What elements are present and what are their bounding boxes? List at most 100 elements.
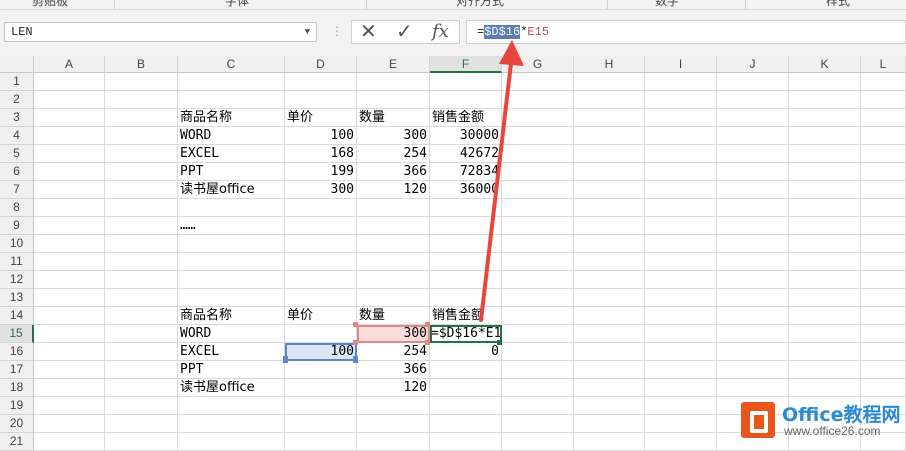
selection-handle[interactable]	[283, 358, 288, 363]
cell-h13[interactable]	[574, 289, 645, 307]
cell-e6[interactable]: 366	[357, 163, 430, 181]
cell-l2[interactable]	[861, 91, 906, 109]
cell-l1[interactable]	[861, 73, 906, 91]
row-header-17[interactable]: 17	[0, 361, 34, 379]
cell-k16[interactable]	[789, 343, 861, 361]
cell-a1[interactable]	[34, 73, 105, 91]
cell-e21[interactable]	[357, 433, 430, 451]
cell-k3[interactable]	[789, 109, 861, 127]
row-header-12[interactable]: 12	[0, 271, 34, 289]
cell-b10[interactable]	[105, 235, 178, 253]
cell-k5[interactable]	[789, 145, 861, 163]
cell-b13[interactable]	[105, 289, 178, 307]
cell-j7[interactable]	[717, 181, 789, 199]
cell-h19[interactable]	[574, 397, 645, 415]
cell-a20[interactable]	[34, 415, 105, 433]
cell-g4[interactable]	[502, 127, 574, 145]
column-header-g[interactable]: G	[502, 56, 574, 73]
cell-l7[interactable]	[861, 181, 906, 199]
cell-l12[interactable]	[861, 271, 906, 289]
cell-i16[interactable]	[645, 343, 717, 361]
cell-k2[interactable]	[789, 91, 861, 109]
cell-d16[interactable]: 100	[285, 343, 357, 361]
cell-j6[interactable]	[717, 163, 789, 181]
cell-k7[interactable]	[789, 181, 861, 199]
cell-c10[interactable]	[178, 235, 285, 253]
cell-k13[interactable]	[789, 289, 861, 307]
cell-g19[interactable]	[502, 397, 574, 415]
chevron-down-icon[interactable]: ▼	[305, 23, 310, 41]
cell-k12[interactable]	[789, 271, 861, 289]
cell-b6[interactable]	[105, 163, 178, 181]
column-header-c[interactable]: C	[178, 56, 285, 73]
cell-d7[interactable]: 300	[285, 181, 357, 199]
cell-b21[interactable]	[105, 433, 178, 451]
selection-handle[interactable]	[353, 322, 358, 327]
check-icon[interactable]: ✓	[396, 21, 413, 43]
cell-j1[interactable]	[717, 73, 789, 91]
cell-c2[interactable]	[178, 91, 285, 109]
cell-c21[interactable]	[178, 433, 285, 451]
column-header-b[interactable]: B	[105, 56, 178, 73]
row-header-1[interactable]: 1	[0, 73, 34, 91]
cell-h11[interactable]	[574, 253, 645, 271]
cell-k8[interactable]	[789, 199, 861, 217]
cell-g8[interactable]	[502, 199, 574, 217]
cell-e18[interactable]: 120	[357, 379, 430, 397]
cell-g3[interactable]	[502, 109, 574, 127]
cell-a16[interactable]	[34, 343, 105, 361]
cell-c12[interactable]	[178, 271, 285, 289]
cell-e17[interactable]: 366	[357, 361, 430, 379]
cell-d9[interactable]	[285, 217, 357, 235]
cell-d4[interactable]: 100	[285, 127, 357, 145]
cell-h7[interactable]	[574, 181, 645, 199]
cell-l6[interactable]	[861, 163, 906, 181]
cell-i5[interactable]	[645, 145, 717, 163]
cell-b12[interactable]	[105, 271, 178, 289]
cell-b18[interactable]	[105, 379, 178, 397]
cell-f10[interactable]	[430, 235, 502, 253]
cell-f14[interactable]: 销售金额	[430, 307, 502, 325]
cell-a5[interactable]	[34, 145, 105, 163]
cell-h16[interactable]	[574, 343, 645, 361]
cell-d5[interactable]: 168	[285, 145, 357, 163]
selection-handle[interactable]	[353, 358, 358, 363]
cell-e20[interactable]	[357, 415, 430, 433]
cell-g14[interactable]	[502, 307, 574, 325]
cell-a21[interactable]	[34, 433, 105, 451]
cell-a3[interactable]	[34, 109, 105, 127]
insert-function-icon[interactable]: fx	[432, 21, 449, 43]
cell-i15[interactable]	[645, 325, 717, 343]
cell-i12[interactable]	[645, 271, 717, 289]
column-header-j[interactable]: J	[717, 56, 789, 73]
cell-e16[interactable]: 254	[357, 343, 430, 361]
cell-f5[interactable]: 42672	[430, 145, 502, 163]
cell-l4[interactable]	[861, 127, 906, 145]
cell-g9[interactable]	[502, 217, 574, 235]
cell-l18[interactable]	[861, 379, 906, 397]
cell-a17[interactable]	[34, 361, 105, 379]
cell-b15[interactable]	[105, 325, 178, 343]
cell-f8[interactable]	[430, 199, 502, 217]
row-header-13[interactable]: 13	[0, 289, 34, 307]
cell-f17[interactable]	[430, 361, 502, 379]
cell-l9[interactable]	[861, 217, 906, 235]
cell-l15[interactable]	[861, 325, 906, 343]
cell-e2[interactable]	[357, 91, 430, 109]
cell-c6[interactable]: PPT	[178, 163, 285, 181]
cell-l11[interactable]	[861, 253, 906, 271]
cell-c1[interactable]	[178, 73, 285, 91]
cell-c11[interactable]	[178, 253, 285, 271]
cell-a6[interactable]	[34, 163, 105, 181]
selection-handle[interactable]	[425, 322, 430, 327]
cell-i17[interactable]	[645, 361, 717, 379]
cell-j4[interactable]	[717, 127, 789, 145]
cell-f2[interactable]	[430, 91, 502, 109]
cell-h3[interactable]	[574, 109, 645, 127]
cell-i13[interactable]	[645, 289, 717, 307]
cell-g17[interactable]	[502, 361, 574, 379]
row-header-5[interactable]: 5	[0, 145, 34, 163]
cell-l13[interactable]	[861, 289, 906, 307]
row-header-19[interactable]: 19	[0, 397, 34, 415]
cell-f6[interactable]: 72834	[430, 163, 502, 181]
